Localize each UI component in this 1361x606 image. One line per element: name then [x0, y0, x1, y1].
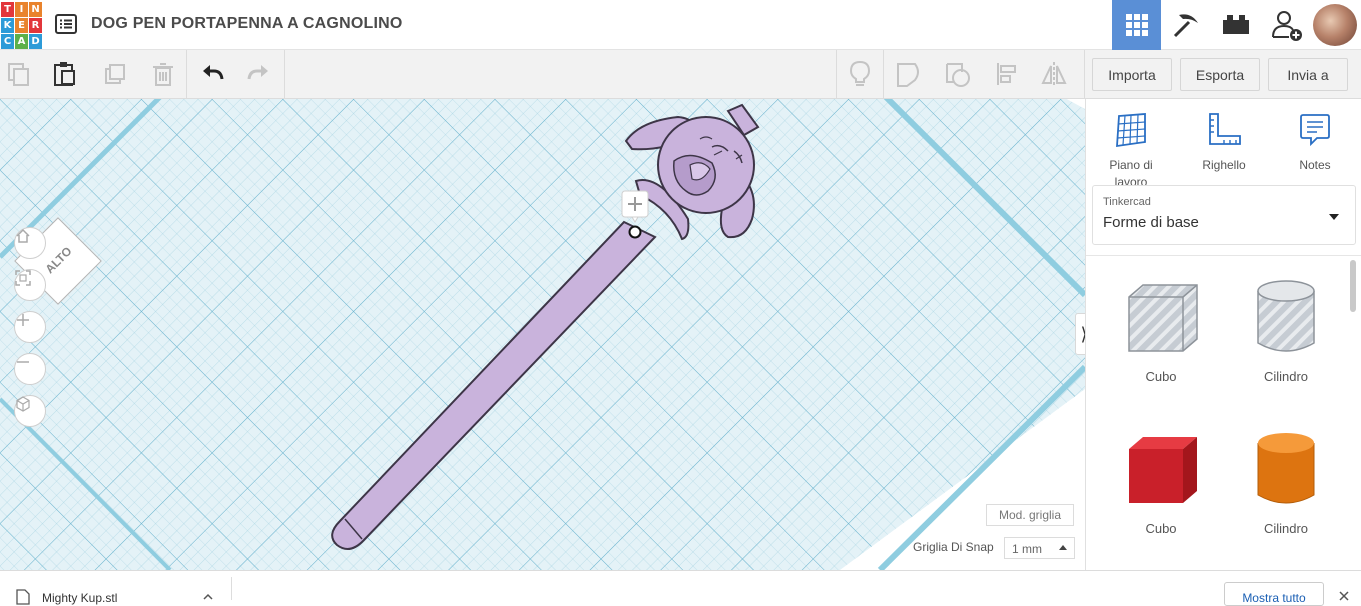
group-shape-button[interactable] — [893, 58, 925, 90]
send-to-button[interactable]: Invia a — [1268, 58, 1348, 91]
cylinder-icon — [1257, 433, 1315, 504]
light-bulb-icon — [849, 60, 871, 86]
3d-view-button[interactable] — [1112, 0, 1161, 50]
avatar[interactable] — [1313, 4, 1357, 46]
blocks-view-button[interactable] — [1161, 0, 1210, 50]
logo-letter: K — [1, 18, 14, 33]
shape-label: Cilindro — [1263, 521, 1309, 536]
logo-letter: I — [15, 2, 28, 17]
workplane-canvas[interactable]: ALTO Mod. griglia Griglia Di Snap 1 mm — [0, 99, 1085, 570]
ungroup-button[interactable] — [942, 58, 974, 90]
delete-button[interactable] — [147, 58, 179, 90]
show-all-button[interactable]: Mostra tutto — [1224, 582, 1324, 606]
shapes-scrollbar[interactable] — [1350, 260, 1356, 312]
ruler-tool-label: Righello — [1202, 158, 1246, 172]
undo-icon — [203, 65, 224, 80]
top-header: TINKERCAD DOG PEN PORTAPENNA A CAGNOLINO — [0, 0, 1361, 50]
list-icon[interactable] — [54, 13, 78, 35]
chevron-down-icon — [1329, 214, 1339, 220]
perspective-button[interactable] — [14, 395, 46, 427]
shape-library-select[interactable]: Tinkercad Forme di base — [1092, 185, 1356, 245]
close-icon[interactable] — [1339, 591, 1349, 601]
file-icon — [16, 589, 30, 605]
home-icon — [16, 228, 30, 243]
logo-letter: A — [15, 34, 28, 49]
zoom-in-icon — [17, 314, 29, 326]
shape-cylinder-hole[interactable]: Cilindro — [1231, 270, 1341, 384]
notes-tool[interactable]: Notes — [1270, 109, 1360, 174]
bricks-icon — [1222, 15, 1249, 34]
zoom-out-icon — [17, 361, 29, 363]
notes-tool-label: Notes — [1299, 158, 1331, 172]
notes-icon — [1300, 114, 1330, 147]
box-hole-icon — [1128, 284, 1198, 352]
shape-cylinder[interactable]: Cilindro — [1231, 422, 1341, 536]
paste-icon — [54, 62, 75, 86]
library-name: Forme di base — [1103, 214, 1199, 231]
shapes-grid: Cubo Cilindro Cubo Cilindro — [1086, 255, 1361, 570]
duplicate-button[interactable] — [99, 58, 131, 90]
align-icon — [997, 63, 1016, 85]
export-button[interactable]: Esporta — [1180, 58, 1260, 91]
shape-label: Cubo — [1145, 521, 1177, 536]
perspective-icon — [16, 396, 30, 412]
tinkercad-logo[interactable]: TINKERCAD — [0, 0, 42, 49]
trash-icon — [153, 63, 173, 86]
chevron-up-icon[interactable] — [203, 593, 213, 601]
edit-toolbar: Importa Esporta Invia a — [0, 50, 1361, 99]
import-button[interactable]: Importa — [1092, 58, 1172, 91]
logo-letter: C — [1, 34, 14, 49]
group-icon — [946, 63, 970, 87]
copy-button[interactable] — [3, 58, 35, 90]
shape-label: Cubo — [1145, 369, 1177, 384]
zoom-out-button[interactable] — [14, 353, 46, 385]
duplicate-icon — [105, 64, 125, 84]
logo-letter: N — [29, 2, 42, 17]
copy-icon — [8, 63, 29, 86]
light-bulb-button[interactable] — [844, 58, 876, 90]
ruler-icon — [1209, 113, 1241, 145]
logo-letter: E — [15, 18, 28, 33]
download-item[interactable]: Mighty Kup.stl — [42, 591, 117, 605]
snap-grid-value: 1 mm — [1012, 542, 1042, 556]
logo-letter: R — [29, 18, 42, 33]
shapes-panel: Piano di lavoro Righello Notes Tinkercad… — [1085, 99, 1361, 570]
shape-box-hole[interactable]: Cubo — [1106, 270, 1216, 384]
workplane-tool[interactable]: Piano di lavoro — [1086, 109, 1176, 191]
workplane-icon — [1116, 113, 1146, 148]
library-source: Tinkercad — [1103, 196, 1151, 208]
logo-letter: D — [29, 34, 42, 49]
snap-grid-label: Griglia Di Snap — [913, 540, 994, 554]
design-title[interactable]: DOG PEN PORTAPENNA A CAGNOLINO — [91, 15, 403, 33]
snap-grid-select[interactable]: 1 mm — [1004, 537, 1075, 559]
zoom-in-button[interactable] — [14, 311, 46, 343]
add-user-icon — [1271, 11, 1302, 41]
cylinder-hole-icon — [1257, 280, 1315, 352]
logo-letter: T — [1, 2, 14, 17]
view-cube-label: ALTO — [42, 244, 75, 277]
invite-user-button[interactable] — [1262, 0, 1311, 50]
3d-view-icon — [1125, 14, 1148, 36]
home-view-button[interactable] — [14, 227, 46, 259]
ruler-tool[interactable]: Righello — [1179, 109, 1269, 174]
paste-button[interactable] — [49, 58, 81, 90]
mirror-button[interactable] — [1038, 58, 1070, 90]
fit-view-button[interactable] — [14, 269, 46, 301]
mirror-icon — [1041, 62, 1067, 86]
align-button[interactable] — [991, 58, 1023, 90]
shape-box[interactable]: Cubo — [1106, 422, 1216, 536]
bricks-view-button[interactable] — [1211, 0, 1260, 50]
shape-label: Cilindro — [1263, 369, 1309, 384]
caret-up-icon — [1059, 545, 1067, 550]
undo-button[interactable] — [196, 58, 228, 90]
pickaxe-icon — [1173, 14, 1198, 38]
downloads-bar: Mighty Kup.stl Mostra tutto — [0, 570, 1361, 606]
shape-icon — [897, 63, 919, 87]
fit-icon — [15, 270, 31, 286]
box-icon — [1129, 437, 1197, 503]
edit-grid-button[interactable]: Mod. griglia — [986, 504, 1074, 526]
redo-icon — [247, 65, 268, 80]
redo-button[interactable] — [243, 58, 275, 90]
